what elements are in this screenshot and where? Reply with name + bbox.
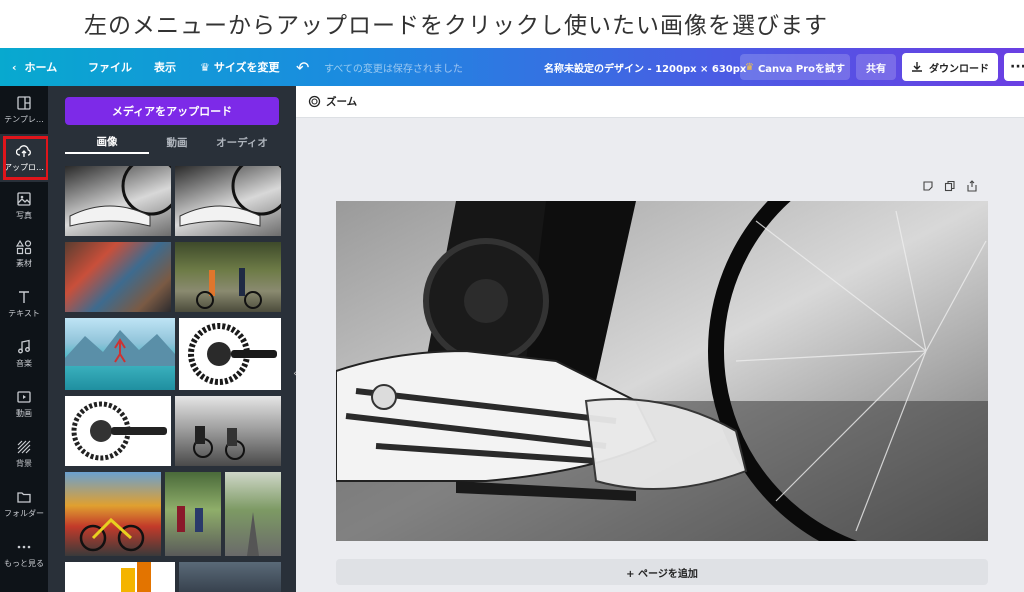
- design-page[interactable]: [336, 201, 988, 541]
- zoom-label: ズーム: [326, 96, 358, 108]
- resize-label: サイズを変更: [213, 61, 280, 74]
- sidebar-item-text[interactable]: テキスト: [0, 280, 48, 328]
- save-status: すべての変更は保存されました: [324, 63, 463, 75]
- download-button[interactable]: ダウンロード: [902, 53, 998, 81]
- uploads-panel: メディアをアップロード 画像 動画 オーディオ: [48, 86, 296, 592]
- image-thumbnail[interactable]: [225, 472, 281, 556]
- image-thumbnail[interactable]: [65, 166, 171, 236]
- share-button[interactable]: 共有: [856, 54, 896, 80]
- left-icon-bar: テンプレ… アップロ… 写真 素材 テキスト 音楽 動画 背景 フォルダー もっ…: [0, 86, 49, 592]
- upload-highlight-box: [3, 136, 49, 180]
- add-page-button[interactable]: + ページを追加: [336, 559, 988, 585]
- sidebar-item-music[interactable]: 音楽: [0, 330, 48, 378]
- image-thumbnail[interactable]: [175, 242, 281, 312]
- try-pro-button[interactable]: ♛ Canva Proを試す: [740, 54, 850, 80]
- elements-icon: [16, 239, 32, 255]
- sidebar-item-label: 素材: [16, 259, 32, 268]
- image-thumbnail[interactable]: [175, 396, 281, 466]
- resize-button[interactable]: ♛ サイズを変更: [200, 48, 280, 86]
- sidebar-item-label: 背景: [16, 459, 32, 468]
- image-thumbnail[interactable]: [179, 562, 281, 592]
- try-pro-label: Canva Proを試す: [757, 63, 846, 75]
- video-icon: [17, 391, 31, 403]
- add-note-icon[interactable]: [922, 180, 934, 192]
- download-icon: [912, 62, 922, 72]
- instruction-caption: 左のメニューからアップロードをクリックし使いたい画像を選びます: [0, 0, 1024, 48]
- sidebar-item-video[interactable]: 動画: [0, 380, 48, 428]
- sidebar-item-label: 写真: [16, 211, 32, 220]
- tab-images[interactable]: 画像: [65, 130, 149, 154]
- zoom-bar: ズーム: [296, 86, 1024, 118]
- tab-videos[interactable]: 動画: [149, 130, 205, 154]
- undo-icon[interactable]: ↶: [296, 48, 309, 86]
- add-page-icon[interactable]: [966, 180, 978, 192]
- home-button[interactable]: ‹ ホーム: [12, 48, 57, 86]
- zoom-icon: [308, 95, 321, 108]
- sidebar-item-templates[interactable]: テンプレ…: [0, 86, 48, 134]
- media-tabs: 画像 動画 オーディオ: [65, 130, 279, 154]
- photo-icon: [17, 192, 31, 206]
- sidebar-item-label: 音楽: [16, 359, 32, 368]
- home-label: ホーム: [24, 61, 58, 74]
- view-menu[interactable]: 表示: [154, 48, 176, 86]
- page-tools: [922, 180, 978, 192]
- upload-media-button[interactable]: メディアをアップロード: [65, 97, 279, 125]
- duplicate-page-icon[interactable]: [944, 180, 956, 192]
- text-icon: [19, 291, 29, 303]
- image-thumbnail[interactable]: [65, 562, 175, 592]
- crown-icon: ♛: [200, 60, 210, 74]
- sidebar-item-label: 動画: [16, 409, 32, 418]
- sidebar-item-background[interactable]: 背景: [0, 430, 48, 478]
- image-thumbnail[interactable]: [65, 242, 171, 312]
- template-icon: [17, 96, 31, 110]
- image-thumbnail[interactable]: [65, 472, 161, 556]
- crown-icon: ♛: [744, 61, 754, 73]
- canvas-area: ズーム + ページを追加: [296, 86, 1024, 592]
- document-title[interactable]: 名称未設定のデザイン - 1200px × 630px: [544, 48, 746, 86]
- sidebar-item-folders[interactable]: フォルダー: [0, 480, 48, 528]
- sidebar-item-elements[interactable]: 素材: [0, 230, 48, 278]
- file-menu[interactable]: ファイル: [88, 48, 132, 86]
- more-dots-icon: [17, 545, 31, 549]
- sidebar-item-label: テンプレ…: [4, 115, 44, 124]
- music-icon: [18, 339, 30, 354]
- cycling-shoe-photo: [336, 201, 988, 541]
- sidebar-item-label: フォルダー: [4, 509, 44, 518]
- zoom-control[interactable]: ズーム: [308, 94, 357, 109]
- image-thumbnail[interactable]: [65, 396, 171, 466]
- image-thumbnail[interactable]: [175, 166, 281, 236]
- image-thumbnail[interactable]: [65, 318, 175, 390]
- image-thumbnail[interactable]: [165, 472, 221, 556]
- sidebar-item-label: テキスト: [8, 309, 40, 318]
- caption-text: 左のメニューからアップロードをクリックし使いたい画像を選びます: [84, 13, 828, 39]
- uploaded-images-grid: [65, 166, 281, 592]
- sidebar-item-photos[interactable]: 写真: [0, 182, 48, 230]
- sidebar-item-label: もっと見る: [4, 559, 44, 568]
- more-options-button[interactable]: ···: [1004, 53, 1024, 81]
- background-icon: [17, 440, 31, 454]
- tab-audio[interactable]: オーディオ: [205, 130, 279, 154]
- folder-icon: [17, 492, 31, 503]
- image-thumbnail[interactable]: [179, 318, 281, 390]
- chevron-left-icon: ‹: [12, 60, 17, 74]
- sidebar-item-more[interactable]: もっと見る: [0, 530, 48, 578]
- top-bar: ‹ ホーム ファイル 表示 ♛ サイズを変更 ↶ すべての変更は保存されました …: [0, 48, 1024, 86]
- download-label: ダウンロード: [929, 63, 989, 75]
